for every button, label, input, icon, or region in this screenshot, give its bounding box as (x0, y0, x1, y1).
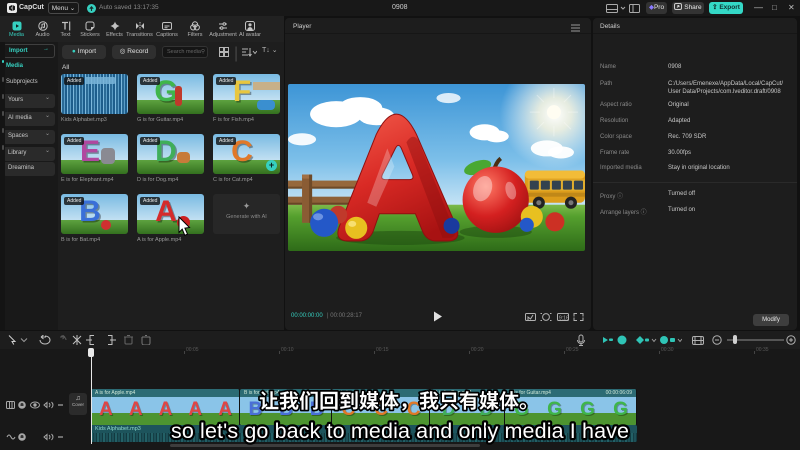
svg-text:9:16: 9:16 (559, 316, 569, 322)
